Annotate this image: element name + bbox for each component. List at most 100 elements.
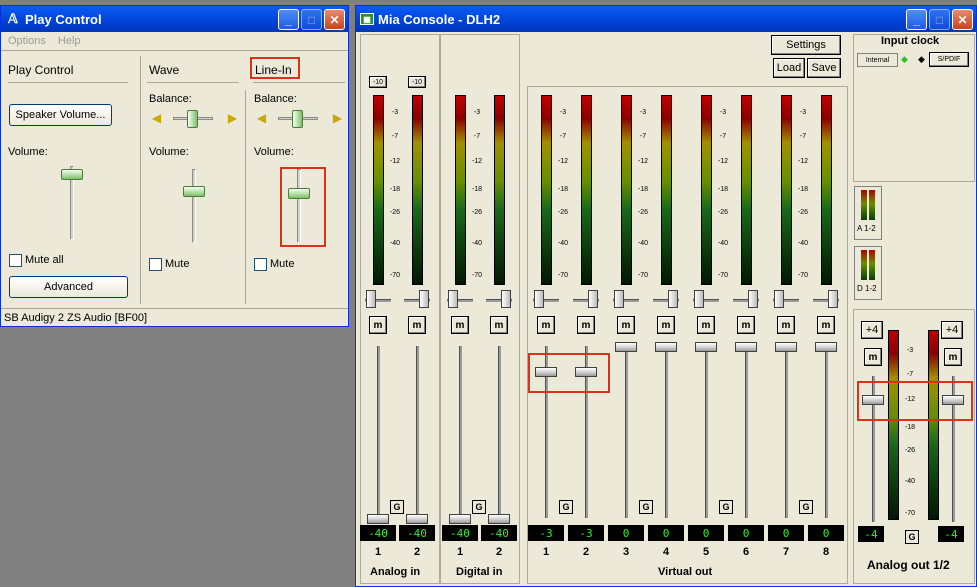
input-trim-button[interactable]: -10 [408,76,426,88]
advanced-button[interactable]: Advanced [9,276,128,298]
db-scale-label: -40 [389,240,401,247]
virtual-out-label: Virtual out [658,566,713,578]
channel-mute-button[interactable]: m [697,316,715,334]
analog-out-title: Analog out 1/2 [867,558,950,572]
settings-button[interactable]: Settings [771,35,841,55]
db-scale-label: -3 [559,109,567,116]
level-readout: 0 [608,525,644,541]
db-scale-label: -40 [557,240,569,247]
db-scale-label: -26 [471,209,483,216]
channel-mute-button[interactable]: m [369,316,387,334]
channel-number: 1 [456,546,464,558]
db-scale-label: -70 [389,272,401,279]
wave-mute-checkbox[interactable] [149,258,162,271]
close-button[interactable]: ✕ [952,9,973,30]
channel-mute-button[interactable]: m [737,316,755,334]
load-button[interactable]: Load [773,58,805,78]
gang-button[interactable]: G [390,500,404,514]
db-scale-label: -70 [637,272,649,279]
channel-number: 1 [542,546,550,558]
output-plus4-button-right[interactable]: +4 [941,321,963,339]
input-trim-button[interactable]: -10 [369,76,387,88]
level-meter [661,95,672,285]
db-scale-label: -70 [471,272,483,279]
db-scale-label: -26 [637,209,649,216]
mia-console-titlebar[interactable]: ▦ Mia Console - DLH2 _ □ ✕ [356,6,976,32]
db-scale-label: -70 [717,272,729,279]
level-readout: -3 [528,525,564,541]
db-scale-label: -7 [639,133,647,140]
db-scale-label: -26 [717,209,729,216]
channel-mute-button[interactable]: m [657,316,675,334]
device-status: SB Audigy 2 ZS Audio [BF00] [4,311,148,324]
db-scale-label: -40 [904,478,916,485]
speaker-volume-button[interactable]: Speaker Volume... [9,104,112,126]
db-scale-label: -3 [639,109,647,116]
wave-balance-label: Balance: [149,93,192,105]
channel-number: 4 [662,546,670,558]
gang-button[interactable]: G [719,500,733,514]
window-title: Play Control [25,11,102,27]
level-readout: 0 [808,525,844,541]
line-in-balance-label: Balance: [254,93,297,105]
channel-mute-button[interactable]: m [537,316,555,334]
db-scale-label: -18 [637,186,649,193]
channel-mute-button[interactable]: m [408,316,426,334]
level-readout: 0 [688,525,724,541]
play-control-window: 𝔸 Play Control _ □ ✕ Options Help Play C… [0,5,349,327]
line-in-mute-checkbox[interactable] [254,258,267,271]
mute-all-checkbox[interactable] [9,254,22,267]
output-gang-button[interactable]: G [905,530,919,544]
level-meter [741,95,752,285]
channel-mute-button[interactable]: m [817,316,835,334]
spdif-clock-button[interactable]: S/PDIF [929,52,969,67]
a12-mini-meter [861,190,867,220]
output-plus4-button-left[interactable]: +4 [861,321,883,339]
output-mute-button-right[interactable]: m [944,348,962,366]
line-in-volume-highlight [280,167,326,247]
db-scale-label: -18 [471,186,483,193]
channel-mute-button[interactable]: m [490,316,508,334]
menu-help[interactable]: Help [58,35,81,47]
gang-button[interactable]: G [639,500,653,514]
channel-number: 2 [413,546,421,558]
a12-mini-meter [869,190,875,220]
db-scale-label: -7 [559,133,567,140]
gang-button[interactable]: G [799,500,813,514]
minimize-button[interactable]: _ [278,9,299,30]
channel-mute-button[interactable]: m [451,316,469,334]
level-readout: -3 [568,525,604,541]
console-icon: ▦ [360,13,374,25]
level-readout: 0 [648,525,684,541]
channel-number: 3 [622,546,630,558]
input-clock-title: Input clock [881,35,940,47]
level-meter [821,95,832,285]
maximize-button[interactable]: □ [301,9,322,30]
channel-mute-button[interactable]: m [577,316,595,334]
db-scale-label: -70 [904,510,916,517]
db-scale-label: -18 [797,186,809,193]
internal-clock-option[interactable]: Internal [857,53,898,67]
db-scale-label: -18 [557,186,569,193]
save-button[interactable]: Save [807,58,841,78]
play-control-titlebar[interactable]: 𝔸 Play Control _ □ ✕ [1,6,348,32]
output-mute-button-left[interactable]: m [864,348,882,366]
db-scale-label: -12 [797,158,809,165]
db-scale-label: -18 [389,186,401,193]
minimize-button[interactable]: _ [906,9,927,30]
db-scale-label: -26 [904,447,916,454]
channel-mute-button[interactable]: m [617,316,635,334]
db-scale-label: -7 [799,133,807,140]
gang-button[interactable]: G [472,500,486,514]
db-scale-label: -12 [389,158,401,165]
internal-led-icon: ◆ [901,54,908,64]
menu-options[interactable]: Options [8,35,46,47]
close-button[interactable]: ✕ [324,9,345,30]
channel-mute-button[interactable]: m [777,316,795,334]
level-meter [494,95,505,285]
db-scale-label: -12 [904,396,916,403]
maximize-button[interactable]: □ [929,9,950,30]
line-in-mute-label: Mute [270,258,295,270]
level-meter [701,95,712,285]
gang-button[interactable]: G [559,500,573,514]
